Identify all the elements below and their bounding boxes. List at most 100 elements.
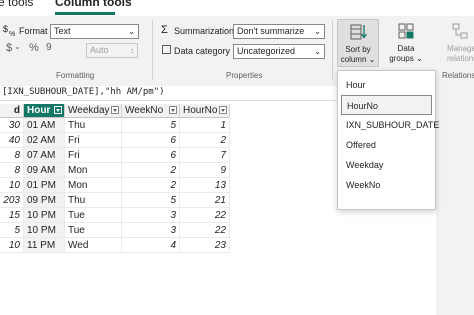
- cell-first: 5: [0, 223, 24, 238]
- cell-first: 8: [0, 148, 24, 163]
- cell-hourno: 7: [180, 148, 230, 163]
- cell-hour: 07 AM: [24, 148, 65, 163]
- cell-weekno: 5: [122, 193, 180, 208]
- menu-item-hour[interactable]: Hour: [341, 75, 432, 95]
- sort-by-label-2-text: column: [340, 55, 367, 64]
- chevron-down-icon[interactable]: ⌄: [14, 42, 21, 51]
- sort-by-column-button[interactable]: Sort by column ⌄: [337, 19, 379, 67]
- cell-hourno: 22: [180, 208, 230, 223]
- cell-weekday: Tue: [65, 223, 122, 238]
- decimal-places-field[interactable]: Auto ↕: [86, 43, 138, 58]
- format-dropdown[interactable]: Text ⌄: [50, 24, 139, 39]
- cell-weekday: Tue: [65, 208, 122, 223]
- column-header-label: WeekNo: [125, 105, 164, 116]
- tab-column-tools[interactable]: Column tools: [55, 0, 132, 9]
- cell-hour: 01 AM: [24, 118, 65, 133]
- menu-item-weekday[interactable]: Weekday: [341, 155, 432, 175]
- data-category-label: Data category: [174, 46, 231, 56]
- percent-icon[interactable]: %: [29, 42, 39, 54]
- cell-weekday: Thu: [65, 118, 122, 133]
- cell-weekno: 2: [122, 163, 180, 178]
- chevron-down-icon: ⌄: [128, 27, 135, 36]
- summarization-value: Don't summarize: [237, 26, 305, 36]
- column-header[interactable]: d: [0, 104, 24, 118]
- sort-by-label-1: Sort by: [345, 45, 371, 54]
- manage-relationships-button[interactable]: Manage relationship: [443, 19, 474, 67]
- column-header-weekno[interactable]: WeekNo: [122, 104, 180, 118]
- data-groups-button[interactable]: Data groups ⌄: [387, 19, 425, 67]
- cell-weekday: Fri: [65, 133, 122, 148]
- cell-first: 15: [0, 208, 24, 223]
- column-header-hour[interactable]: Hour: [24, 104, 65, 118]
- cell-first: 10: [0, 178, 24, 193]
- column-header-label: Hour: [27, 105, 51, 116]
- summarization-dropdown[interactable]: Don't summarize ⌄: [233, 24, 325, 39]
- cell-hourno: 21: [180, 193, 230, 208]
- cell-hourno: 13: [180, 178, 230, 193]
- summarization-label: Summarization: [174, 26, 235, 36]
- cell-first: 203: [0, 193, 24, 208]
- data-category-icon: [162, 45, 171, 54]
- sort-by-label-2: column ⌄: [338, 55, 378, 64]
- menu-item-weekno[interactable]: WeekNo: [341, 175, 432, 195]
- comma-style-icon[interactable]: 9: [46, 42, 52, 53]
- format-icon: $ %: [3, 23, 17, 42]
- cell-weekno: 2: [122, 178, 180, 193]
- menu-item-hourno[interactable]: HourNo: [341, 95, 432, 115]
- cell-first: 30: [0, 118, 24, 133]
- cell-weekno: 4: [122, 238, 180, 253]
- chevron-down-icon: ⌄: [366, 55, 376, 64]
- decimal-places-value: Auto: [90, 45, 109, 55]
- data-groups-icon: [398, 23, 414, 44]
- column-header-weekday[interactable]: Weekday: [65, 104, 122, 118]
- cell-hour: 10 PM: [24, 223, 65, 238]
- cell-hour: 09 PM: [24, 193, 65, 208]
- cell-weekno: 6: [122, 148, 180, 163]
- cell-hour: 01 PM: [24, 178, 65, 193]
- column-header-label: Weekday: [68, 105, 110, 116]
- filter-icon[interactable]: [219, 106, 227, 114]
- properties-group-label: Properties: [226, 71, 263, 80]
- column-header-hourno[interactable]: HourNo: [180, 104, 230, 118]
- cell-hour: 11 PM: [24, 238, 65, 253]
- cell-hourno: 2: [180, 133, 230, 148]
- cell-weekday: Wed: [65, 238, 122, 253]
- sigma-icon: Σ: [161, 24, 168, 36]
- currency-icon[interactable]: $: [6, 42, 12, 54]
- menu-item-ixn-subhour-date[interactable]: IXN_SUBHOUR_DATE: [341, 115, 439, 135]
- data-groups-label-1: Data: [397, 44, 415, 53]
- menu-item-offered[interactable]: Offered: [341, 135, 432, 155]
- cell-weekno: 3: [122, 223, 180, 238]
- data-groups-label-2: groups: [389, 54, 414, 63]
- cell-hourno: 1: [180, 118, 230, 133]
- right-panel-strip: [436, 86, 474, 315]
- manage-label-1: Manage: [447, 44, 474, 53]
- chevron-down-icon: ⌄: [413, 54, 423, 63]
- cell-weekno: 6: [122, 133, 180, 148]
- group-divider: [152, 20, 153, 80]
- data-category-value: Uncategorized: [237, 46, 296, 56]
- cell-weekday: Mon: [65, 178, 122, 193]
- chevron-down-icon: ⌄: [314, 27, 321, 36]
- column-header-label: HourNo: [183, 105, 218, 116]
- cell-weekday: Fri: [65, 148, 122, 163]
- svg-text:%: %: [9, 31, 15, 37]
- cell-weekno: 3: [122, 208, 180, 223]
- formula-text[interactable]: [IXN_SUBHOUR_DATE],"hh AM/pm"): [2, 87, 165, 97]
- filter-icon[interactable]: [169, 106, 177, 114]
- filter-icon[interactable]: [54, 106, 62, 114]
- ribbon-tab-bar: e tools Column tools: [0, 0, 474, 16]
- data-category-dropdown[interactable]: Uncategorized ⌄: [233, 44, 325, 59]
- cell-hour: 10 PM: [24, 208, 65, 223]
- format-value: Text: [54, 26, 71, 36]
- tab-table-tools[interactable]: e tools: [0, 0, 33, 9]
- group-divider: [332, 20, 333, 80]
- cell-hourno: 23: [180, 238, 230, 253]
- cell-weekno: 5: [122, 118, 180, 133]
- cell-weekday: Thu: [65, 193, 122, 208]
- chevron-down-icon: ⌄: [314, 47, 321, 56]
- filter-icon[interactable]: [111, 106, 119, 114]
- relationships-group-label: Relationship: [442, 71, 474, 80]
- active-tab-indicator: [55, 12, 115, 15]
- sort-by-column-menu: Hour HourNo IXN_SUBHOUR_DATE Offered Wee…: [337, 70, 439, 210]
